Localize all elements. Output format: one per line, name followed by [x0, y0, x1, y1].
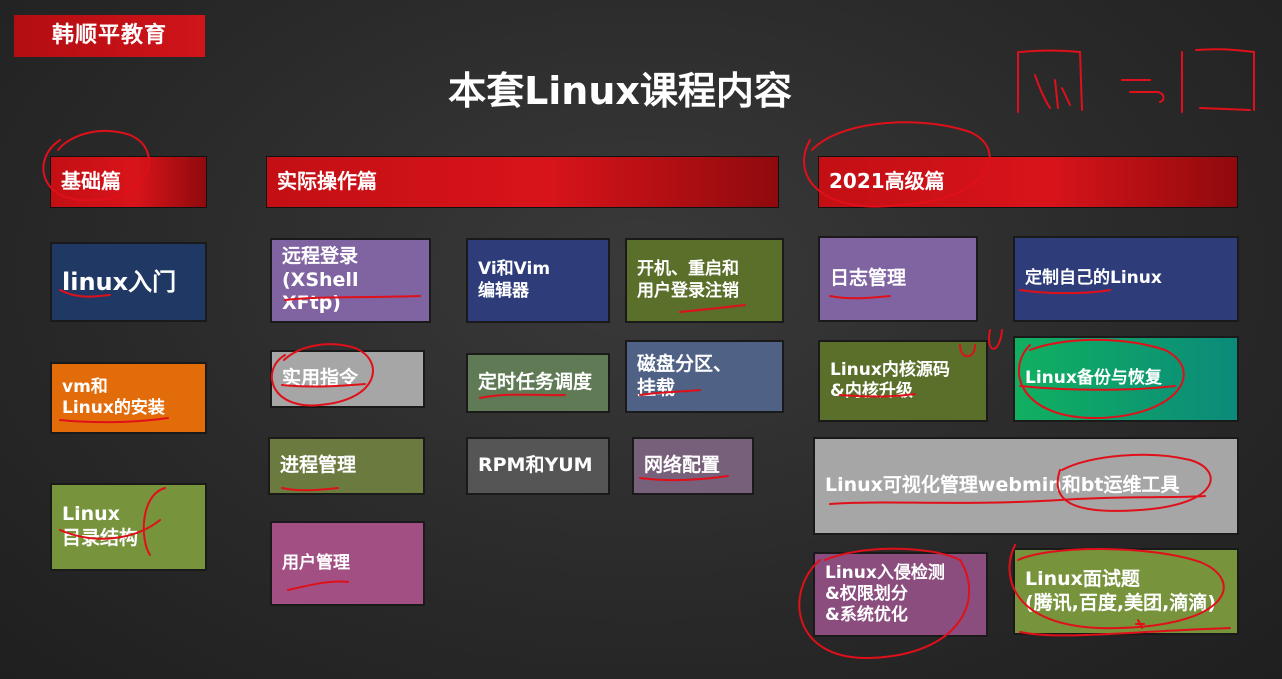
topic-kernel: Linux内核源码 &内核升级: [818, 340, 988, 422]
topic-line: Vi和Vim: [478, 259, 551, 280]
page-title: 本套Linux课程内容: [448, 69, 792, 113]
topic-line: &内核升级: [830, 381, 913, 401]
topic-line: vm和: [62, 376, 108, 397]
topic-line: (XShell XFtp): [282, 268, 359, 315]
topic-line: Linux内核源码: [830, 359, 950, 380]
topic-line: 磁盘分区、: [637, 352, 733, 375]
topic-line: Linux面试题: [1025, 567, 1140, 590]
topic-line: Linux: [62, 503, 120, 526]
topic-webmin-bt: Linux可视化管理webmin和bt运维工具: [813, 437, 1239, 535]
topic-line: 远程登录: [282, 244, 359, 267]
topic-rpm-yum: RPM和YUM: [466, 437, 610, 495]
topic-line: linux入门: [62, 268, 177, 296]
topic-line: Linux的安装: [62, 398, 165, 418]
topic-line: 用户登录注销: [637, 280, 739, 301]
section-header-basic: 基础篇: [50, 156, 207, 208]
topic-vm-install: vm和 Linux的安装: [50, 362, 207, 434]
topic-line: RPM和YUM: [478, 454, 593, 477]
topic-backup-restore: Linux备份与恢复: [1013, 336, 1239, 422]
topic-custom-linux: 定制自己的Linux: [1013, 236, 1239, 322]
topic-disk-partition: 磁盘分区、 挂载: [625, 340, 784, 413]
brand-logo: 韩顺平教育: [14, 15, 205, 57]
topic-process-management: 进程管理: [268, 437, 425, 495]
topic-line: Linux备份与恢复: [1025, 368, 1162, 389]
topic-network-config: 网络配置: [632, 437, 754, 495]
topic-line: (腾讯,百度,美团,滴滴): [1025, 591, 1217, 614]
topic-line: Linux入侵检测: [825, 562, 945, 583]
topic-line: 实用指令: [282, 367, 359, 390]
topic-line: 进程管理: [280, 454, 357, 477]
topic-intrusion-detection: Linux入侵检测 &权限划分 &系统优化: [813, 552, 988, 637]
topic-linux-intro: linux入门: [50, 242, 207, 322]
topic-vi-vim: Vi和Vim 编辑器: [466, 238, 610, 323]
topic-line: &权限划分: [825, 583, 908, 604]
topic-user-management: 用户管理: [270, 521, 425, 606]
topic-remote-login: 远程登录 (XShell XFtp): [270, 238, 431, 323]
topic-line: 定时任务调度: [478, 371, 593, 394]
topic-dir-structure: Linux 目录结构: [50, 483, 207, 571]
topic-cron-jobs: 定时任务调度: [466, 353, 610, 413]
topic-line: 目录结构: [62, 527, 139, 549]
topic-line: 日志管理: [830, 267, 907, 290]
topic-line: 网络配置: [644, 454, 721, 477]
topic-line: &系统优化: [825, 605, 908, 626]
topic-line: 用户管理: [282, 552, 350, 573]
topic-line: Linux可视化管理webmin和bt运维工具: [825, 474, 1180, 497]
section-header-advanced: 2021高级篇: [818, 156, 1238, 208]
topic-line: 编辑器: [478, 280, 529, 301]
topic-line: 开机、重启和: [637, 259, 739, 280]
topic-common-commands: 实用指令: [270, 350, 425, 408]
section-header-practical: 实际操作篇: [266, 156, 779, 208]
topic-line: 挂载: [637, 376, 676, 399]
topic-interview: Linux面试题 (腾讯,百度,美团,滴滴): [1013, 548, 1239, 635]
topic-line: 定制自己的Linux: [1025, 268, 1162, 289]
topic-log-management: 日志管理: [818, 236, 978, 322]
topic-boot-shutdown: 开机、重启和 用户登录注销: [625, 238, 784, 323]
